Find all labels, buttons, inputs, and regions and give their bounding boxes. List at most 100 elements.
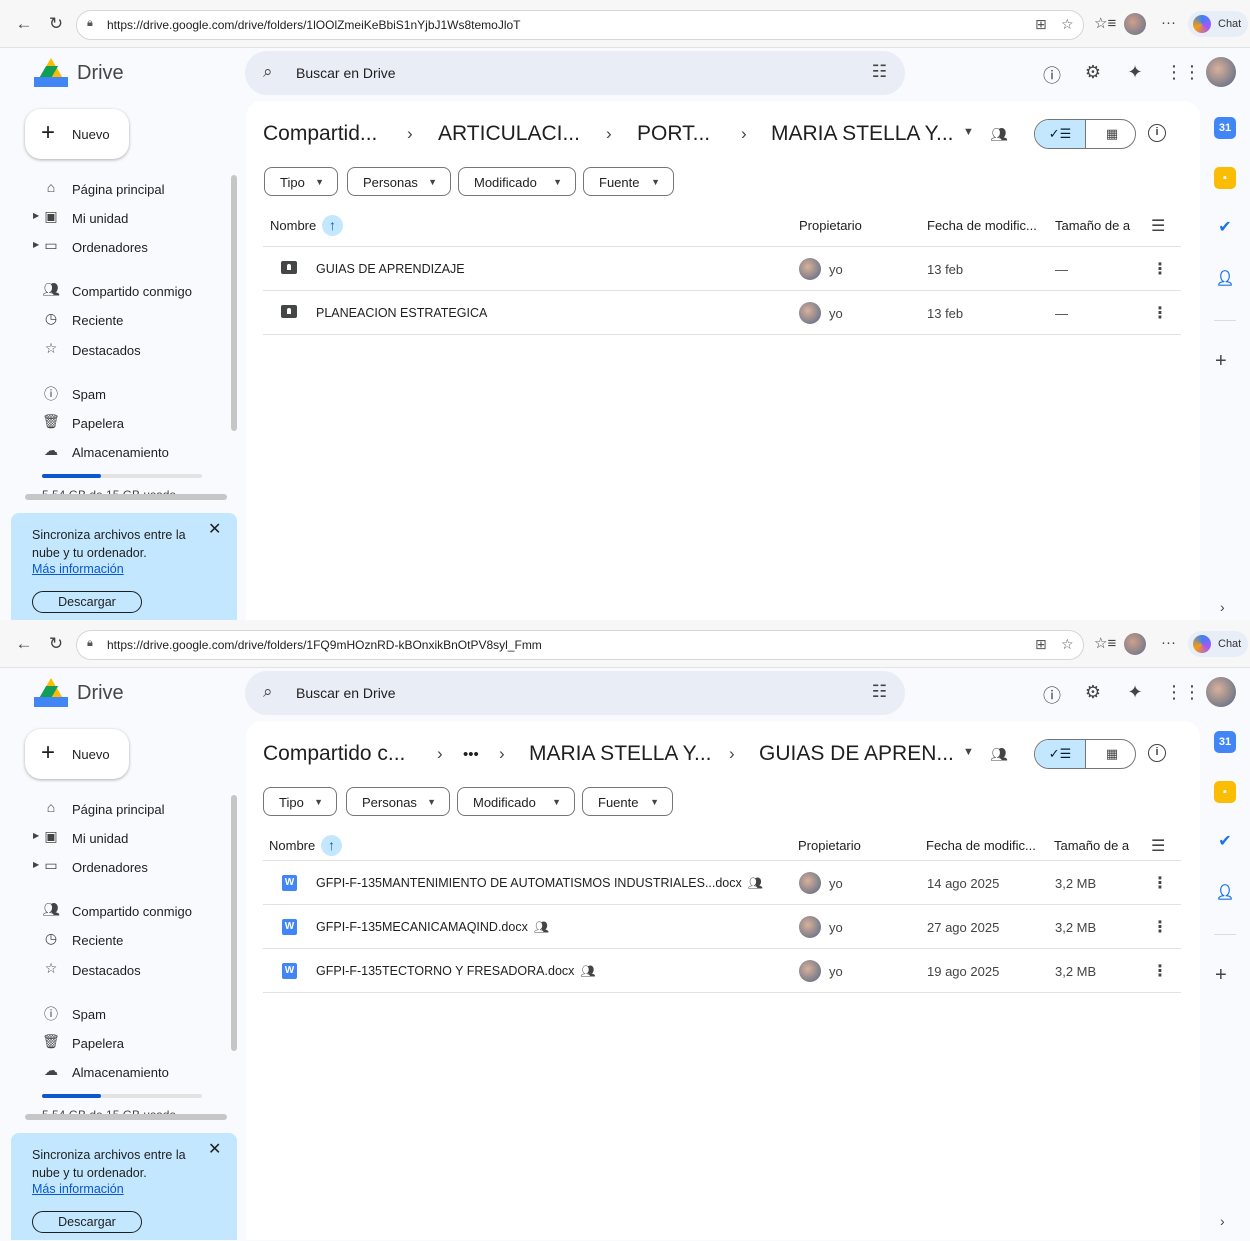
gemini-icon[interactable]: ✦ [1123, 682, 1147, 703]
sidebar-item-shared[interactable]: 👥︎ Compartido conmigo [30, 279, 226, 303]
info-icon[interactable]: i [1148, 744, 1166, 762]
chevron-down-icon[interactable]: ▼ [963, 746, 974, 758]
breadcrumb-overflow[interactable]: ••• [463, 746, 479, 763]
sidebar-scrollbar[interactable] [231, 795, 237, 1051]
more-menu-icon[interactable]: ··· [1161, 634, 1176, 651]
filter-modified[interactable]: Modificado ▼ [457, 787, 575, 816]
sidebar-item-shared[interactable]: 👥︎ Compartido conmigo [30, 899, 226, 923]
reload-icon[interactable]: ↻ [44, 634, 68, 654]
sidebar-item-spam[interactable]: ⓘ Spam [30, 382, 226, 406]
chevron-down-icon[interactable]: ▼ [963, 126, 974, 138]
sidebar-item-starred[interactable]: ☆ Destacados [30, 958, 226, 982]
profile-avatar[interactable] [1124, 13, 1146, 35]
favorite-star-icon[interactable]: ☆ [1061, 16, 1074, 33]
favorite-star-icon[interactable]: ☆ [1061, 636, 1074, 653]
apps-grid-icon[interactable]: ⋮⋮⋮ [1165, 62, 1219, 83]
more-menu-icon[interactable]: ··· [1161, 14, 1176, 31]
add-addon-icon[interactable]: + [1215, 964, 1227, 987]
chat-button[interactable]: Chat [1188, 11, 1248, 37]
table-row[interactable]: GUIAS DE APRENDIZAJE yo 13 feb — ⋮ [263, 247, 1181, 291]
back-arrow-icon[interactable]: ← [12, 634, 36, 654]
column-size[interactable]: Tamaño de a [1054, 838, 1129, 853]
search-icon[interactable]: ⌕ [263, 62, 273, 82]
search-bar[interactable]: ⌕ Buscar en Drive ☷ [245, 51, 905, 95]
gemini-icon[interactable]: ✦ [1123, 62, 1147, 83]
filter-type[interactable]: Tipo ▼ [264, 167, 338, 196]
breadcrumb-item[interactable]: Compartido c... [263, 742, 405, 766]
drive-logo[interactable] [34, 678, 68, 708]
search-input[interactable]: Buscar en Drive [296, 65, 396, 81]
help-icon[interactable]: ⓘ [1040, 682, 1064, 708]
table-row[interactable]: W GFPI-F-135TECTORNO Y FRESADORA.docx 👥︎ … [263, 949, 1181, 993]
add-addon-icon[interactable]: + [1215, 350, 1227, 373]
sidebar-item-storage[interactable]: ☁ Almacenamiento [30, 440, 226, 464]
search-options-icon[interactable]: ☷ [872, 62, 887, 82]
table-row[interactable]: W GFPI-F-135MECANICAMAQIND.docx 👥︎ yo 27 … [263, 905, 1181, 949]
search-input[interactable]: Buscar en Drive [296, 685, 396, 701]
expand-caret-icon[interactable]: ▶ [33, 211, 39, 220]
filter-modified[interactable]: Modificado ▼ [458, 167, 576, 196]
chevron-right-icon[interactable]: › [1220, 1213, 1225, 1229]
sidebar-item-computers[interactable]: ▶ ▭ Ordenadores [30, 235, 226, 259]
favorites-icon[interactable]: ☆≡ [1094, 14, 1116, 32]
more-actions-icon[interactable]: ⋮ [1152, 961, 1168, 981]
sidebar-item-home[interactable]: ⌂ Página principal [30, 797, 226, 821]
contacts-icon[interactable]: 👤︎ [1214, 268, 1236, 290]
apps-grid-icon[interactable]: ⋮⋮⋮ [1165, 682, 1219, 703]
new-button[interactable]: + Nuevo [25, 109, 129, 159]
tasks-icon[interactable]: ✔ [1214, 831, 1236, 853]
info-icon[interactable]: i [1148, 124, 1166, 142]
sort-ascending-icon[interactable]: ↑ [322, 215, 343, 236]
reload-icon[interactable]: ↻ [44, 14, 68, 34]
address-bar[interactable]: 🔒︎ https://drive.google.com/drive/folder… [76, 630, 1084, 660]
close-icon[interactable]: ✕ [208, 1139, 221, 1159]
chevron-right-icon[interactable]: › [1220, 599, 1225, 615]
sidebar-item-home[interactable]: ⌂ Página principal [30, 177, 226, 201]
promo-more-info-link[interactable]: Más información [32, 562, 124, 576]
more-actions-icon[interactable]: ⋮ [1152, 259, 1168, 279]
keep-icon[interactable]: ▪ [1214, 781, 1236, 803]
filter-people[interactable]: Personas ▼ [347, 167, 451, 196]
search-options-icon[interactable]: ☷ [872, 682, 887, 702]
sidebar-horizontal-scrollbar[interactable] [25, 1114, 227, 1120]
calendar-icon[interactable]: 31 [1214, 731, 1236, 753]
reader-mode-icon[interactable]: ⊞ [1035, 16, 1047, 33]
breadcrumb-current[interactable]: MARIA STELLA Y... [771, 122, 954, 146]
sidebar-item-storage[interactable]: ☁ Almacenamiento [30, 1060, 226, 1084]
breadcrumb-item[interactable]: ARTICULACI... [438, 122, 580, 146]
column-owner[interactable]: Propietario [799, 218, 862, 233]
sidebar-item-my-drive[interactable]: ▶ ▣ Mi unidad [30, 826, 226, 850]
column-modified[interactable]: Fecha de modific... [927, 218, 1037, 233]
favorites-icon[interactable]: ☆≡ [1094, 634, 1116, 652]
settings-icon[interactable]: ⚙ [1081, 682, 1105, 703]
expand-caret-icon[interactable]: ▶ [33, 240, 39, 249]
sidebar-horizontal-scrollbar[interactable] [25, 494, 227, 500]
account-avatar[interactable] [1206, 57, 1236, 87]
search-bar[interactable]: ⌕ Buscar en Drive ☷ [245, 671, 905, 715]
sort-ascending-icon[interactable]: ↑ [321, 835, 342, 856]
grid-view-icon[interactable]: ▦ [1087, 740, 1135, 768]
sidebar-item-trash[interactable]: 🗑︎ Papelera [30, 411, 226, 435]
breadcrumb-item[interactable]: MARIA STELLA Y... [529, 742, 712, 766]
account-avatar[interactable] [1206, 677, 1236, 707]
list-view-icon[interactable]: ✓☰ [1035, 740, 1086, 768]
settings-icon[interactable]: ⚙ [1081, 62, 1105, 83]
filter-people[interactable]: Personas ▼ [346, 787, 450, 816]
sidebar-item-starred[interactable]: ☆ Destacados [30, 338, 226, 362]
profile-avatar[interactable] [1124, 633, 1146, 655]
column-name[interactable]: Nombre [269, 838, 315, 853]
sidebar-item-spam[interactable]: ⓘ Spam [30, 1002, 226, 1026]
calendar-icon[interactable]: 31 [1214, 117, 1236, 139]
download-button[interactable]: Descargar [32, 1211, 142, 1233]
close-icon[interactable]: ✕ [208, 519, 221, 539]
table-row[interactable]: PLANEACION ESTRATEGICA yo 13 feb — ⋮ [263, 291, 1181, 335]
expand-caret-icon[interactable]: ▶ [33, 831, 39, 840]
sort-options-icon[interactable]: ☰ [1151, 216, 1165, 236]
more-actions-icon[interactable]: ⋮ [1152, 873, 1168, 893]
filter-type[interactable]: Tipo ▼ [263, 787, 337, 816]
column-owner[interactable]: Propietario [798, 838, 861, 853]
help-icon[interactable]: ⓘ [1040, 62, 1064, 88]
breadcrumb-current[interactable]: GUIAS DE APREN... [759, 742, 954, 766]
sidebar-item-my-drive[interactable]: ▶ ▣ Mi unidad [30, 206, 226, 230]
keep-icon[interactable]: ▪ [1214, 167, 1236, 189]
